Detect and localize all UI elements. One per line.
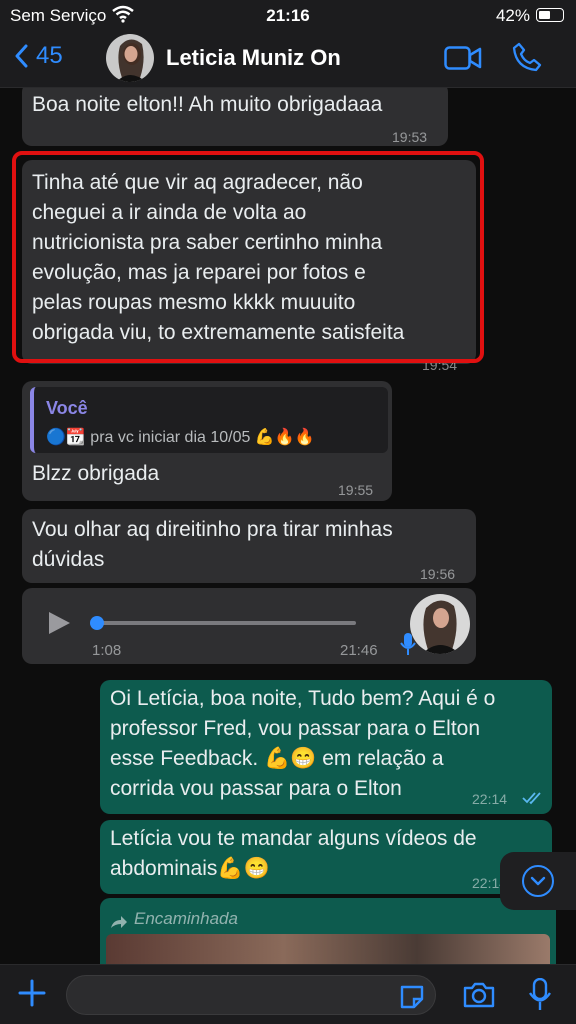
message-time: 19:55 <box>338 482 374 498</box>
quote-author: Você <box>46 398 88 418</box>
chat-header: 45 Leticia Muniz On <box>0 30 576 88</box>
voice-progress-track[interactable] <box>92 621 356 625</box>
message-incoming[interactable]: Você 🔵📆 pra vc iniciar dia 10/05 💪🔥🔥 Blz… <box>22 381 392 501</box>
voice-message[interactable]: 1:08 21:46 <box>22 588 476 664</box>
back-button[interactable]: 45 <box>14 42 63 70</box>
message-time: 21:46 <box>340 642 378 659</box>
clock: 21:16 <box>266 6 310 25</box>
message-composer <box>0 964 576 1024</box>
message-forwarded[interactable]: Encaminhada <box>100 898 556 964</box>
read-receipt-icon <box>522 784 544 814</box>
phone-icon[interactable] <box>512 42 542 77</box>
scroll-to-bottom-button[interactable] <box>500 852 576 910</box>
message-text: professor Fred, vou passar para o Elton <box>110 717 481 740</box>
message-text: Boa noite elton!! Ah muito obrigadaaa <box>32 93 383 116</box>
microphone-icon <box>400 632 416 665</box>
message-text: corrida vou passar para o Elton <box>110 777 402 800</box>
media-thumbnail[interactable] <box>106 934 550 964</box>
play-icon[interactable] <box>46 610 72 645</box>
message-text: Oi Letícia, boa noite, Tudo bem? Aqui é … <box>110 687 496 710</box>
sticker-icon[interactable] <box>398 983 426 1016</box>
message-text: Letícia vou te mandar alguns vídeos de <box>110 827 477 850</box>
avatar <box>410 594 470 654</box>
message-text: Vou olhar aq direitinho pra tirar minhas <box>32 518 393 541</box>
voice-duration: 1:08 <box>92 642 122 659</box>
quoted-message[interactable]: Você 🔵📆 pra vc iniciar dia 10/05 💪🔥🔥 <box>30 387 388 453</box>
message-incoming[interactable]: Vou olhar aq direitinho pra tirar minhas… <box>22 509 476 583</box>
video-call-icon[interactable] <box>444 45 482 76</box>
avatar[interactable] <box>106 34 154 82</box>
chevron-down-icon <box>522 865 554 897</box>
voice-scrubber[interactable] <box>90 616 104 630</box>
message-incoming[interactable]: Boa noite elton!! Ah muito obrigadaaa 19… <box>22 88 448 146</box>
message-text: esse Feedback. 💪😁 em relação a <box>110 747 444 770</box>
highlight-annotation <box>12 151 484 363</box>
camera-icon[interactable] <box>462 981 496 1014</box>
message-text: abdominais💪😁 <box>110 857 270 880</box>
back-chevron-icon <box>15 44 28 68</box>
message-time: 19:53 <box>392 129 428 145</box>
contact-name[interactable]: Leticia Muniz On <box>166 45 341 71</box>
message-time: 22:14 <box>472 791 508 807</box>
message-time: 19:56 <box>420 566 456 582</box>
message-outgoing[interactable]: Letícia vou te mandar alguns vídeos de a… <box>100 820 552 894</box>
microphone-icon[interactable] <box>528 977 552 1017</box>
quote-text: 🔵📆 pra vc iniciar dia 10/05 💪🔥🔥 <box>46 429 315 446</box>
message-text: Blzz obrigada <box>32 462 160 485</box>
unread-count: 45 <box>36 42 63 69</box>
message-text: dúvidas <box>32 548 105 571</box>
battery-icon <box>536 8 564 22</box>
message-outgoing[interactable]: Oi Letícia, boa noite, Tudo bem? Aqui é … <box>100 680 552 814</box>
status-bar: Sem Serviço 21:16 42% <box>0 0 576 30</box>
battery-percent: 42% <box>495 6 530 25</box>
plus-icon[interactable] <box>16 977 48 1014</box>
chat-area[interactable]: Boa noite elton!! Ah muito obrigadaaa 19… <box>0 88 576 964</box>
message-input[interactable] <box>66 975 436 1015</box>
forwarded-label: Encaminhada <box>134 909 238 928</box>
